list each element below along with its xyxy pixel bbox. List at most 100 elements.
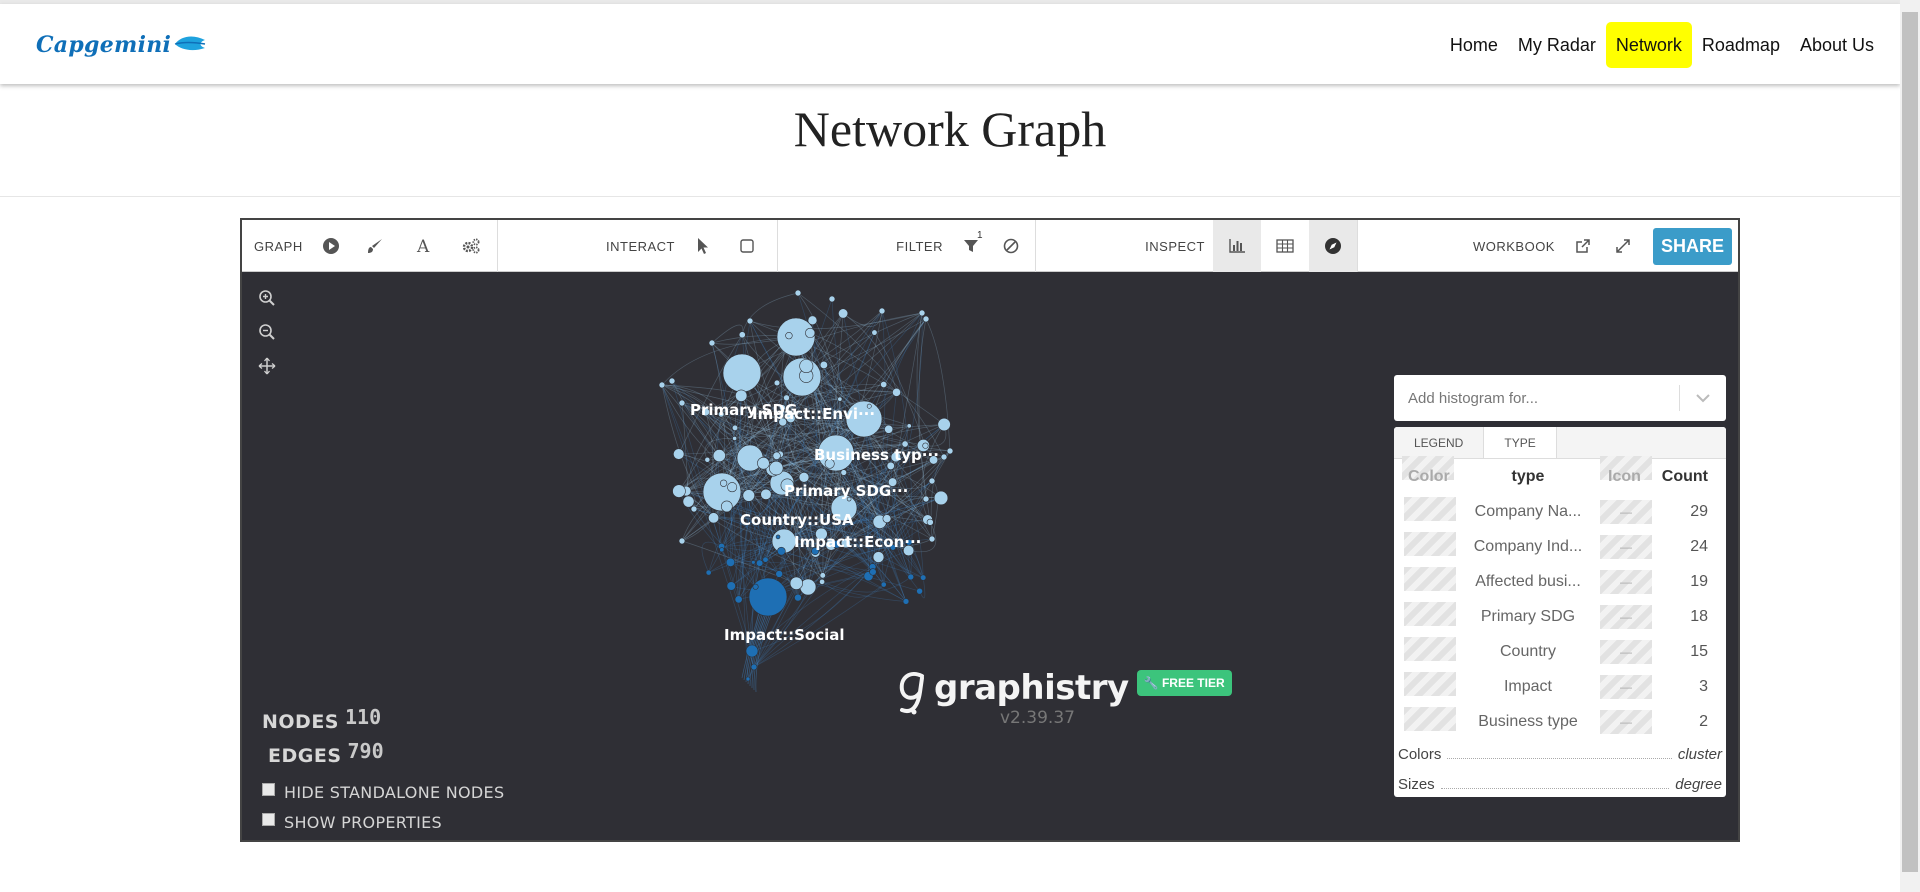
graph-node[interactable] xyxy=(794,289,802,297)
graph-node[interactable] xyxy=(882,514,892,524)
graph-node[interactable] xyxy=(819,360,828,370)
nav-network[interactable]: Network xyxy=(1605,22,1692,68)
graph-node[interactable] xyxy=(725,557,736,567)
nav-roadmap[interactable]: Roadmap xyxy=(1692,22,1790,68)
graph-node[interactable] xyxy=(712,449,726,463)
brush-icon[interactable] xyxy=(351,220,399,272)
graph-node[interactable] xyxy=(752,583,759,590)
graph-node[interactable] xyxy=(933,490,949,506)
zoom-in-icon[interactable] xyxy=(256,287,278,309)
graph-node[interactable] xyxy=(738,331,746,339)
graph-node[interactable] xyxy=(785,332,793,340)
graph-node[interactable] xyxy=(926,518,934,526)
hide-standalone-checkbox[interactable] xyxy=(262,782,275,796)
graph-node[interactable] xyxy=(734,595,743,604)
graph-node[interactable] xyxy=(760,488,772,500)
graph-node[interactable] xyxy=(837,396,843,402)
graph-node[interactable] xyxy=(878,307,886,315)
legend-row[interactable]: Affected busi... — 19 xyxy=(1394,564,1726,599)
graph-node[interactable] xyxy=(798,471,810,483)
graph-node[interactable] xyxy=(880,381,888,389)
graph-node[interactable] xyxy=(884,424,894,434)
graph-node[interactable] xyxy=(748,577,788,617)
legend-row[interactable]: Business type — 2 xyxy=(1394,704,1726,739)
graph-node[interactable] xyxy=(906,423,912,429)
nav-home[interactable]: Home xyxy=(1440,22,1508,68)
graph-node[interactable] xyxy=(745,644,759,658)
graph-node[interactable] xyxy=(892,387,901,397)
graph-node[interactable] xyxy=(872,551,885,563)
graph-node[interactable] xyxy=(920,574,927,581)
histogram-select[interactable]: Add histogram for... xyxy=(1394,375,1726,421)
graph-node[interactable] xyxy=(727,482,738,493)
free-tier-badge[interactable]: 🔧 FREE TIER xyxy=(1136,670,1232,696)
legend-row[interactable]: Company Na... — 29 xyxy=(1394,494,1726,529)
graph-node[interactable] xyxy=(726,581,736,591)
graph-node[interactable] xyxy=(746,317,754,325)
clear-filter-icon[interactable] xyxy=(991,220,1031,272)
graph-node[interactable] xyxy=(745,676,751,682)
graph-node[interactable] xyxy=(828,295,836,303)
legend-row[interactable]: Country — 15 xyxy=(1394,634,1726,669)
graph-node[interactable] xyxy=(762,556,769,563)
graph-canvas[interactable]: Primary SDG Impact::Envi··· Business typ··… xyxy=(242,273,1738,840)
graph-node[interactable] xyxy=(731,424,739,431)
graph-node[interactable] xyxy=(928,477,936,485)
graph-node[interactable] xyxy=(742,489,755,502)
legend-row[interactable]: Impact — 3 xyxy=(1394,669,1726,704)
graph-node[interactable] xyxy=(783,394,790,402)
graph-node[interactable] xyxy=(732,436,738,441)
graph-node[interactable] xyxy=(672,484,686,498)
graph-node[interactable] xyxy=(751,560,756,565)
graph-node[interactable] xyxy=(773,379,781,387)
graph-node[interactable] xyxy=(819,572,826,579)
graph-node[interactable] xyxy=(937,417,951,432)
table-icon[interactable] xyxy=(1261,220,1309,272)
graph-node[interactable] xyxy=(946,447,954,455)
graph-node[interactable] xyxy=(918,309,926,317)
fullscreen-icon[interactable] xyxy=(1603,220,1643,272)
filter-icon[interactable]: 1 xyxy=(951,220,991,272)
graph-node[interactable] xyxy=(940,453,948,461)
histogram-icon[interactable] xyxy=(1213,220,1261,272)
graph-node[interactable] xyxy=(673,448,685,460)
legend-row[interactable]: Company Ind... — 24 xyxy=(1394,529,1726,564)
graph-node[interactable] xyxy=(690,505,698,513)
graph-node[interactable] xyxy=(708,512,720,524)
chevron-down-icon[interactable] xyxy=(1680,393,1726,403)
text-format-icon[interactable]: A xyxy=(399,220,447,272)
graph-node[interactable] xyxy=(869,568,877,576)
hide-standalone-toggle[interactable]: HIDE STANDALONE NODES xyxy=(262,777,504,807)
graph-node[interactable] xyxy=(775,534,781,540)
graph-node[interactable] xyxy=(840,469,847,476)
legend-row[interactable]: Primary SDG — 18 xyxy=(1394,599,1726,634)
graph-node[interactable] xyxy=(678,399,686,407)
graph-node[interactable] xyxy=(719,479,728,487)
graph-node[interactable] xyxy=(678,537,686,545)
tab-legend[interactable]: LEGEND xyxy=(1394,427,1483,458)
graph-node[interactable] xyxy=(777,546,786,556)
graph-node[interactable] xyxy=(756,559,764,567)
graph-node[interactable] xyxy=(704,456,711,463)
graph-node[interactable] xyxy=(789,576,803,590)
external-link-icon[interactable] xyxy=(1563,220,1603,272)
graph-node[interactable] xyxy=(838,308,849,319)
graph-node[interactable] xyxy=(805,327,816,339)
graph-node[interactable] xyxy=(871,329,878,336)
scrollbar-thumb[interactable] xyxy=(1902,12,1918,872)
graph-node[interactable] xyxy=(772,451,781,460)
pointer-icon[interactable] xyxy=(683,220,723,272)
show-properties-checkbox[interactable] xyxy=(262,812,275,826)
play-icon[interactable] xyxy=(311,220,351,272)
graph-node[interactable] xyxy=(682,495,695,508)
graph-node[interactable] xyxy=(719,547,725,553)
graph-node[interactable] xyxy=(735,389,748,402)
tab-type[interactable]: TYPE xyxy=(1483,427,1557,458)
graph-node[interactable] xyxy=(807,315,818,326)
nav-about-us[interactable]: About Us xyxy=(1790,22,1884,68)
box-select-icon[interactable] xyxy=(723,220,771,272)
graph-node[interactable] xyxy=(819,578,826,585)
graph-node[interactable] xyxy=(907,573,915,581)
graph-node[interactable] xyxy=(705,569,712,576)
graph-node[interactable] xyxy=(668,377,676,385)
